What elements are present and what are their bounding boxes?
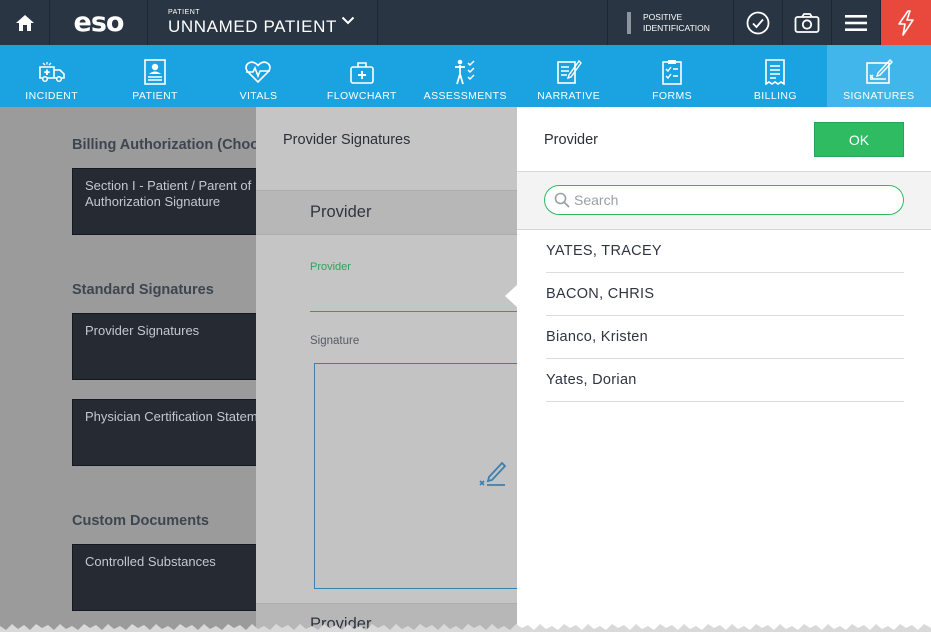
- nav-patient[interactable]: PATIENT: [103, 45, 206, 107]
- nav-flowchart[interactable]: FLOWCHART: [310, 45, 413, 107]
- alert-button[interactable]: [881, 0, 931, 45]
- provider-field-label: Provider: [310, 261, 351, 273]
- forms-icon: [662, 60, 682, 85]
- controlled-substances-card[interactable]: Controlled Substances: [72, 544, 272, 611]
- signature-icon: [866, 59, 893, 84]
- search-icon: [554, 192, 570, 208]
- picker-title: Provider: [544, 132, 598, 148]
- provider-option[interactable]: Bianco, Kristen: [546, 316, 904, 359]
- logo-text: eso: [73, 7, 125, 38]
- provider-signatures-card[interactable]: Provider Signatures: [72, 313, 272, 380]
- provider-section-header: Provider: [256, 190, 518, 235]
- nav-vitals[interactable]: VITALS: [207, 45, 310, 107]
- search-field[interactable]: [544, 185, 904, 215]
- provider-picker-panel: Provider OK YATES, TRACEY BACON, CHRIS B…: [517, 107, 931, 632]
- ambulance-icon: [38, 62, 65, 83]
- signature-pen-icon: [479, 461, 507, 486]
- nav-label-patient: PATIENT: [132, 90, 178, 102]
- nav-assessments[interactable]: ASSESSMENTS: [414, 45, 517, 107]
- top-bar: eso PATIENT UNNAMED PATIENT POSITIVE IDEN…: [0, 0, 931, 45]
- nav-label-assessments: ASSESSMENTS: [423, 90, 507, 102]
- lightning-bolt-icon: [898, 9, 914, 36]
- signature-label: Signature: [310, 335, 360, 347]
- checkmark-circle-icon: [746, 11, 770, 34]
- nav-label-signatures: SIGNATURES: [843, 90, 915, 102]
- heartbeat-icon: [245, 61, 272, 84]
- nav-narrative[interactable]: NARRATIVE: [517, 45, 620, 107]
- search-input[interactable]: [574, 190, 894, 210]
- provider-section-title: Provider: [310, 203, 372, 221]
- positive-identification-button[interactable]: POSITIVE IDENTIFICATION: [608, 0, 734, 45]
- nav-label-flowchart: FLOWCHART: [326, 90, 397, 102]
- notepad-pen-icon: [556, 59, 582, 84]
- provider-option[interactable]: Yates, Dorian: [546, 359, 904, 402]
- patient-selector[interactable]: PATIENT UNNAMED PATIENT: [148, 0, 378, 45]
- patient-label: PATIENT: [168, 9, 201, 16]
- positive-id-line2: IDENTIFICATION: [643, 22, 710, 33]
- hamburger-menu-icon: [845, 14, 867, 31]
- chevron-down-icon: [341, 16, 355, 25]
- billing-icon: [765, 59, 786, 85]
- positive-id-line1: POSITIVE: [643, 11, 683, 22]
- billing-authorization-heading: Billing Authorization (Choo: [72, 137, 260, 153]
- nav-label-vitals: VITALS: [239, 90, 278, 102]
- custom-documents-heading: Custom Documents: [72, 513, 209, 529]
- status-indicator: [627, 11, 631, 34]
- picker-header: Provider OK: [517, 107, 931, 172]
- ok-button[interactable]: OK: [814, 122, 904, 157]
- search-bar: [517, 172, 931, 230]
- nav-label-narrative: NARRATIVE: [537, 90, 601, 102]
- provider-field[interactable]: [310, 311, 518, 312]
- nav-billing[interactable]: BILLING: [724, 45, 827, 107]
- billing-authorization-card[interactable]: Section I - Patient / Parent of Authoriz…: [72, 168, 272, 235]
- nav-incident[interactable]: INCIDENT: [0, 45, 103, 107]
- physician-certification-card[interactable]: Physician Certification Statem: [72, 399, 272, 466]
- validate-button[interactable]: [734, 0, 783, 45]
- camera-icon: [794, 12, 820, 33]
- provider-option[interactable]: YATES, TRACEY: [546, 230, 904, 273]
- home-button[interactable]: [0, 0, 50, 45]
- body-checklist-icon: [455, 59, 475, 85]
- provider-option[interactable]: BACON, CHRIS: [546, 273, 904, 316]
- torn-edge: [0, 624, 931, 632]
- nav-signatures[interactable]: SIGNATURES: [827, 45, 931, 107]
- standard-signatures-heading: Standard Signatures: [72, 282, 214, 298]
- nav-forms[interactable]: FORMS: [620, 45, 723, 107]
- patient-card-icon: [144, 59, 166, 85]
- top-bar-spacer: [378, 0, 608, 45]
- provider-signatures-panel: Provider Signatures Provider Provider Si…: [256, 107, 524, 632]
- section-nav: INCIDENT PATIENT VITALS FLOWCHART ASSESS…: [0, 45, 931, 107]
- eso-logo: eso: [50, 0, 148, 45]
- nav-label-forms: FORMS: [652, 90, 692, 102]
- medical-kit-icon: [350, 62, 374, 84]
- camera-button[interactable]: [783, 0, 832, 45]
- menu-button[interactable]: [832, 0, 881, 45]
- nav-label-incident: INCIDENT: [25, 90, 79, 102]
- panel-title: Provider Signatures: [283, 132, 411, 148]
- nav-label-billing: BILLING: [753, 90, 797, 102]
- home-icon: [15, 14, 34, 31]
- provider-list: YATES, TRACEY BACON, CHRIS Bianco, Krist…: [546, 230, 904, 402]
